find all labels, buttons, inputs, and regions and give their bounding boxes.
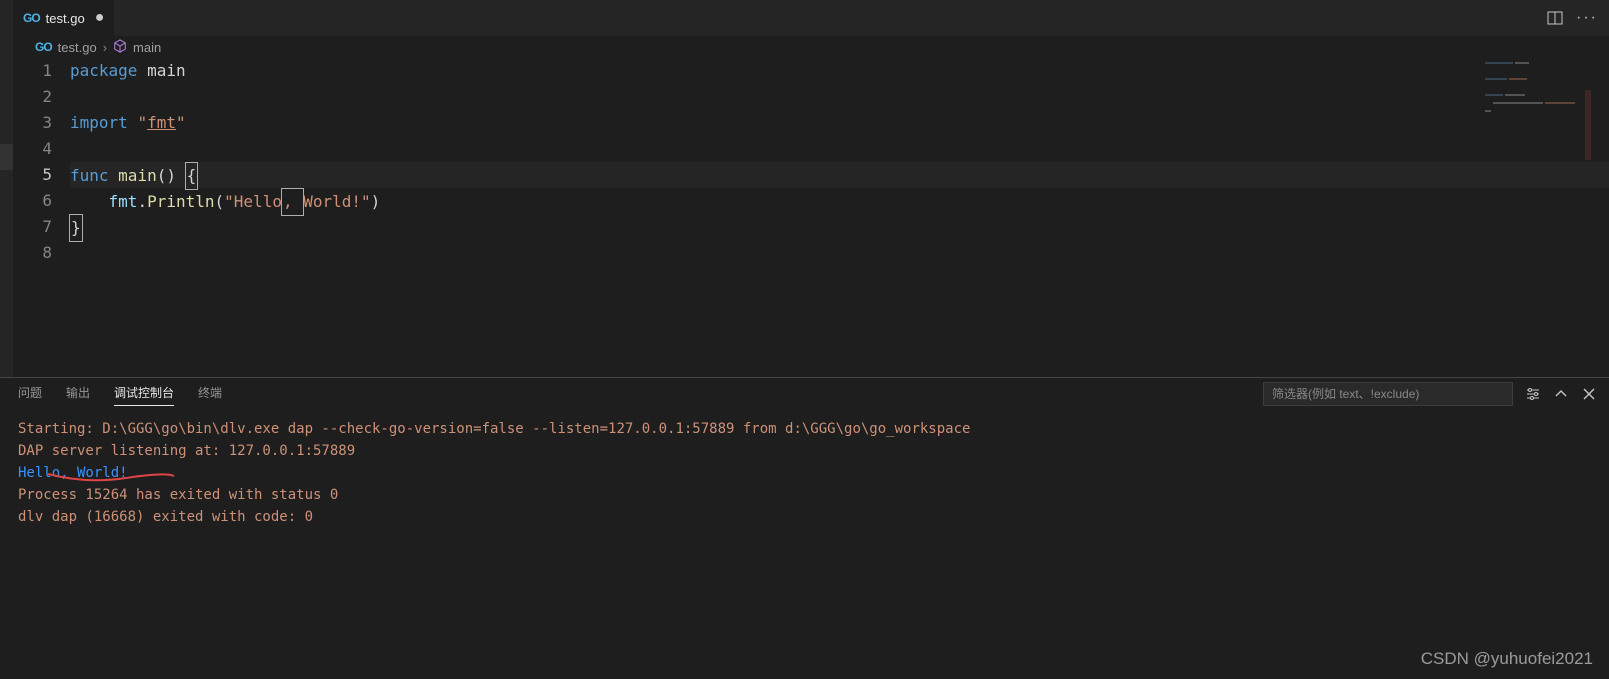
code-content[interactable]: package main import "fmt" func main() { fm… xyxy=(70,58,1609,266)
line-number-gutter: 12345678 xyxy=(20,58,70,266)
line-number: 4 xyxy=(20,136,52,162)
panel-tab-output[interactable]: 输出 xyxy=(66,384,90,406)
minimap[interactable] xyxy=(1483,60,1593,360)
panel-tab-debug[interactable]: 调试控制台 xyxy=(114,384,174,406)
bottom-panel: 问题 输出 调试控制台 终端 Starting: D:\GGG\go\bin\dlv.… xyxy=(0,377,1609,679)
go-file-icon: GO xyxy=(23,11,40,25)
split-editor-icon[interactable] xyxy=(1547,10,1563,26)
console-line: Starting: D:\GGG\go\bin\dlv.exe dap --ch… xyxy=(18,418,1591,440)
filter-input[interactable] xyxy=(1263,382,1513,406)
code-line[interactable]: fmt.Println("Hello, World!") xyxy=(70,188,1609,214)
tab-actions: ··· xyxy=(1547,0,1609,36)
breadcrumb-symbol[interactable]: main xyxy=(133,40,161,55)
breadcrumb[interactable]: GO test.go › main xyxy=(0,36,1609,58)
editor[interactable]: 12345678 package main import "fmt" func ma… xyxy=(0,58,1609,266)
tab-bar: GO test.go ● ··· xyxy=(13,0,1609,36)
code-line[interactable]: func main() { xyxy=(70,162,1609,188)
chevron-right-icon: › xyxy=(103,40,107,55)
code-line[interactable]: package main xyxy=(70,58,1609,84)
line-number: 1 xyxy=(20,58,52,84)
line-number: 5 xyxy=(20,162,52,188)
console-line: DAP server listening at: 127.0.0.1:57889 xyxy=(18,440,1591,462)
console-line: dlv dap (16668) exited with code: 0 xyxy=(18,506,1591,528)
chevron-up-icon[interactable] xyxy=(1553,386,1569,402)
symbol-package-icon xyxy=(113,39,127,56)
editor-tab[interactable]: GO test.go ● xyxy=(13,0,115,36)
breadcrumb-file[interactable]: test.go xyxy=(58,40,97,55)
console-line: Process 15264 has exited with status 0 xyxy=(18,484,1591,506)
more-actions-icon[interactable]: ··· xyxy=(1579,10,1595,26)
watermark: CSDN @yuhuofei2021 xyxy=(1421,649,1593,669)
filter-settings-icon[interactable] xyxy=(1525,386,1541,402)
line-number: 7 xyxy=(20,214,52,240)
close-icon[interactable] xyxy=(1581,386,1597,402)
code-line[interactable]: } xyxy=(70,214,1609,240)
panel-tab-terminal[interactable]: 终端 xyxy=(198,384,222,406)
panel-tab-problems[interactable]: 问题 xyxy=(18,384,42,406)
panel-tabs: 问题 输出 调试控制台 终端 xyxy=(0,378,1609,412)
dirty-indicator-icon[interactable]: ● xyxy=(95,9,105,27)
code-line[interactable]: import "fmt" xyxy=(70,110,1609,136)
console-line: Hello, World! xyxy=(18,462,1591,484)
line-number: 6 xyxy=(20,188,52,214)
debug-console[interactable]: Starting: D:\GGG\go\bin\dlv.exe dap --ch… xyxy=(0,412,1609,534)
go-file-icon: GO xyxy=(35,40,52,54)
line-number: 8 xyxy=(20,240,52,266)
code-line[interactable] xyxy=(70,240,1609,266)
code-line[interactable] xyxy=(70,136,1609,162)
line-number: 3 xyxy=(20,110,52,136)
panel-toolbar xyxy=(1263,382,1597,406)
code-line[interactable] xyxy=(70,84,1609,110)
line-number: 2 xyxy=(20,84,52,110)
tab-filename: test.go xyxy=(46,11,85,26)
